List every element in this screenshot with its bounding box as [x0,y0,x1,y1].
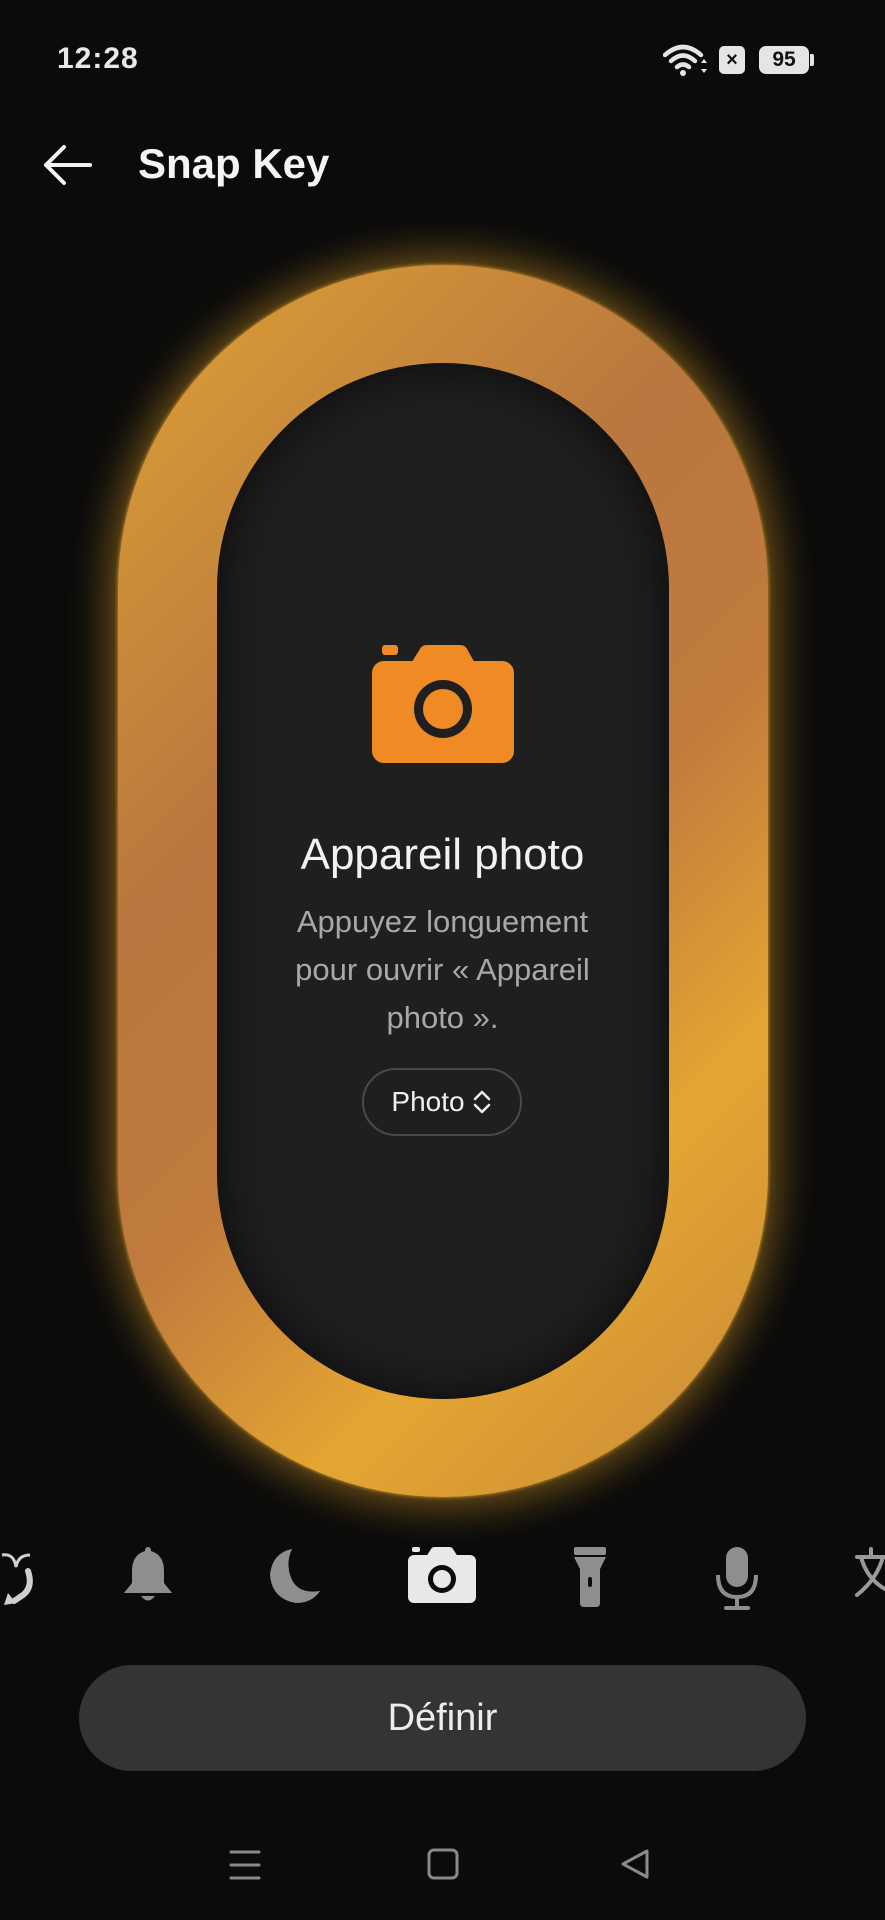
arrow-left-icon[interactable] [38,135,98,195]
wifi-icon [663,44,707,76]
menu-icon[interactable] [229,1848,261,1882]
define-button-label: Définir [387,1696,498,1739]
back-triangle-icon[interactable] [620,1848,650,1880]
up-down-chevron-icon [473,1090,490,1114]
sparkle-refresh-icon[interactable] [0,1545,36,1615]
status-bar: 12:28 × 95 [0,0,885,120]
moon-icon[interactable] [266,1545,322,1615]
bell-icon[interactable] [122,1545,174,1615]
mode-selector[interactable]: Photo [362,1068,522,1136]
shortcut-strip [0,1545,885,1620]
status-time: 12:28 [57,42,139,75]
microphone-icon[interactable] [714,1545,760,1615]
mode-selector-label: Photo [391,1086,465,1117]
translate-icon[interactable] [853,1545,885,1615]
camera-icon [372,645,514,763]
page-title: Snap Key [138,140,330,187]
feature-title: Appareil photo [300,830,585,879]
battery-tip [810,54,814,66]
ring-inner-panel [217,363,669,1399]
app-bar: Snap Key [0,125,885,205]
flashlight-icon[interactable] [572,1545,608,1615]
camera-selected-icon[interactable] [408,1545,476,1615]
battery-level: 95 [772,48,796,71]
home-square-icon[interactable] [427,1848,459,1880]
battery-icon: 95 [759,46,809,74]
system-nav-bar [0,1840,885,1900]
define-button[interactable]: Définir [79,1665,806,1771]
feature-description: Appuyez longuement pour ouvrir « Apparei… [295,904,590,1035]
no-sim-icon: × [719,46,745,74]
